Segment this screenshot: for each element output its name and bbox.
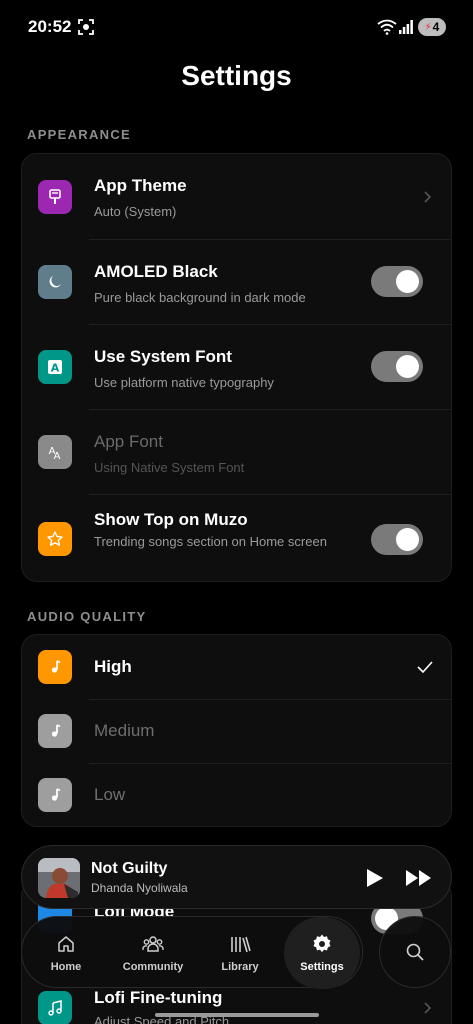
toggle-knob: [396, 270, 419, 293]
app-theme-row[interactable]: App Theme Auto (System): [22, 154, 453, 239]
nav-home[interactable]: Home: [28, 917, 104, 989]
brush-icon: [38, 180, 72, 214]
app-font-title: App Font: [94, 432, 163, 451]
album-art: [38, 858, 80, 898]
music-note-icon: [38, 650, 72, 684]
audio-quality-card: High Medium Low: [21, 634, 452, 827]
chevron-right-icon: [424, 191, 432, 203]
play-icon[interactable]: [362, 866, 386, 890]
track-artist: Dhanda Nyoliwala: [91, 881, 188, 895]
checkmark-icon: [417, 661, 433, 674]
text-aa-icon: AA: [38, 435, 72, 469]
quality-option-high[interactable]: High: [22, 635, 453, 699]
amoled-black-row[interactable]: AMOLED Black Pure black background in da…: [22, 240, 453, 325]
home-icon: [58, 936, 74, 952]
lofi-fine-tuning-title[interactable]: Lofi Fine-tuning: [94, 988, 222, 1008]
svg-text:A: A: [51, 362, 60, 375]
music-notes-icon: [38, 991, 72, 1024]
quality-option-medium[interactable]: Medium: [22, 700, 453, 764]
nav-label-home: Home: [50, 961, 82, 973]
appearance-card: App Theme Auto (System) AMOLED Black Pur…: [21, 153, 452, 582]
nav-library[interactable]: Library: [202, 917, 278, 989]
nav-community[interactable]: Community: [108, 917, 198, 989]
use-system-font-subtitle: Use platform native typography: [94, 375, 274, 390]
quality-label-medium: Medium: [94, 721, 155, 740]
music-note-icon: [38, 778, 72, 812]
library-icon: [231, 936, 251, 953]
quality-label-low: Low: [94, 785, 126, 804]
gear-icon: [313, 934, 331, 953]
amoled-black-subtitle: Pure black background in dark mode: [94, 290, 306, 305]
signal-icon: [399, 20, 413, 34]
chevron-right-icon: [424, 1002, 432, 1014]
music-note-icon: [38, 714, 72, 748]
status-time: 20:52: [28, 17, 72, 36]
app-font-row[interactable]: AA App Font Using Native System Font: [22, 410, 453, 495]
nav-settings[interactable]: Settings: [284, 917, 360, 989]
show-top-on-muzo-title: Show Top on Muzo: [94, 510, 248, 529]
toggle-knob: [396, 355, 419, 378]
amoled-black-toggle[interactable]: [371, 266, 423, 297]
use-system-font-row[interactable]: A Use System Font Use platform native ty…: [22, 325, 453, 410]
show-top-on-muzo-toggle[interactable]: [371, 524, 423, 555]
audio-quality-section-label: AUDIO QUALITY: [27, 609, 147, 624]
screen-record-icon: [78, 19, 94, 35]
use-system-font-toggle[interactable]: [371, 351, 423, 382]
font-a-icon: A: [38, 350, 72, 384]
nav-label-library: Library: [221, 961, 259, 973]
community-icon: [142, 936, 164, 952]
nav-label-community: Community: [122, 961, 184, 973]
skip-next-icon[interactable]: [405, 868, 433, 888]
moon-icon: [38, 265, 72, 299]
app-theme-subtitle: Auto (System): [94, 204, 177, 219]
battery-badge: ⚡ 4: [418, 18, 446, 36]
nav-label-settings: Settings: [300, 961, 344, 973]
status-bar: 20:52 ⚡ 4: [0, 0, 473, 54]
bottom-nav: Home Community Library Settings: [21, 916, 363, 989]
app-theme-title: App Theme: [94, 176, 187, 195]
app-font-subtitle: Using Native System Font: [94, 460, 245, 475]
track-title: Not Guilty: [91, 860, 168, 877]
quality-option-low[interactable]: Low: [22, 764, 453, 828]
search-icon: [406, 943, 424, 961]
home-indicator: [155, 1013, 319, 1017]
charging-icon: ⚡: [424, 21, 432, 33]
appearance-section-label: APPEARANCE: [27, 127, 132, 142]
mini-player[interactable]: Not Guilty Dhanda Nyoliwala: [21, 845, 452, 909]
svg-text:A: A: [54, 451, 61, 461]
wifi-icon: [377, 19, 397, 35]
use-system-font-title: Use System Font: [94, 347, 232, 366]
show-top-on-muzo-subtitle: Trending songs section on Home screen: [94, 534, 327, 549]
page-title: Settings: [181, 60, 292, 91]
toggle-knob: [396, 528, 419, 551]
star-icon: [38, 522, 72, 556]
search-button[interactable]: [379, 916, 451, 988]
show-top-on-muzo-row[interactable]: Show Top on Muzo Trending songs section …: [22, 495, 453, 583]
amoled-black-title: AMOLED Black: [94, 262, 218, 281]
quality-label-high: High: [94, 657, 132, 676]
